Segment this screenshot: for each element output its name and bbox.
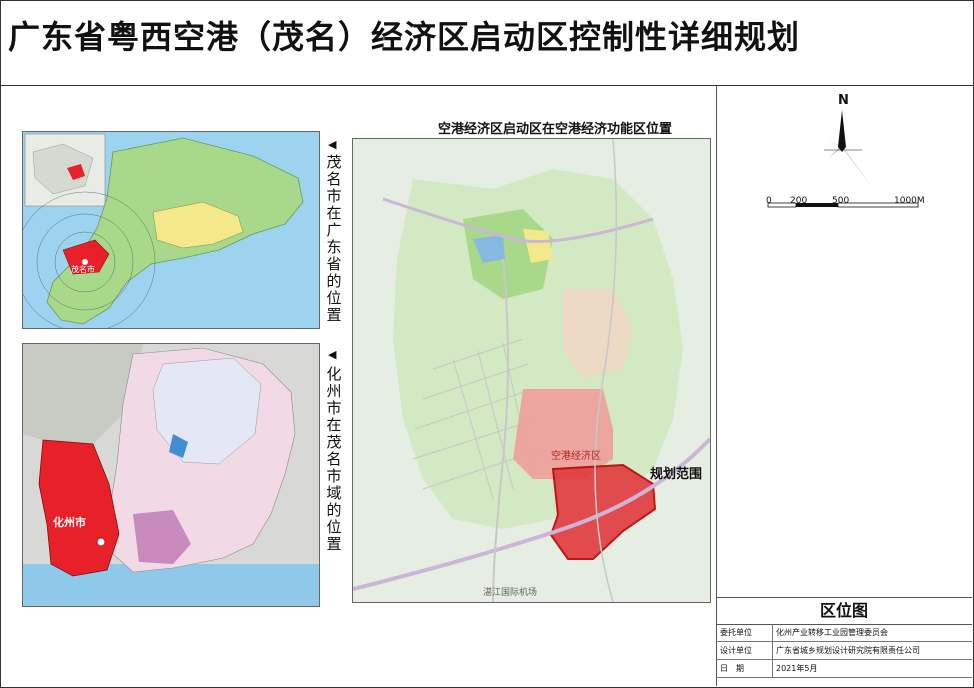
- scale-tick-500: 500: [832, 196, 850, 206]
- scale-tick-0: 0: [766, 196, 772, 206]
- info-key: 设计单位: [720, 646, 752, 655]
- maoming-map-graphic: 化州市: [23, 344, 319, 606]
- info-value: 化州产业转移工业园管理委员会: [776, 628, 888, 637]
- main-map-caption: 空港经济区启动区在空港经济功能区位置: [438, 122, 673, 137]
- inset2-label: 化州市在茂名市域的位置: [326, 365, 342, 553]
- plan-area-label: 规划范围: [650, 467, 703, 482]
- inset1-pointer-icon: ◀: [328, 138, 337, 151]
- page-title: 广东省粤西空港（茂名）经济区启动区控制性详细规划: [8, 18, 801, 56]
- airport-label: 湛江国际机场: [483, 586, 537, 598]
- scale-tick-1000m: 1000M: [894, 196, 925, 206]
- info-row-date: 日 期 2021年5月: [716, 660, 972, 678]
- inset2-pointer-icon: ◀: [328, 348, 337, 361]
- info-row-client: 委托单位 化州产业转移工业园管理委员会: [716, 624, 972, 642]
- north-arrow: N: [820, 92, 880, 196]
- maoming-label: 茂名市: [71, 264, 95, 274]
- main-map-graphic: 空港经济区 湛江国际机场: [353, 139, 710, 602]
- info-value: 2021年5月: [776, 664, 818, 673]
- huazhou-label: 化州市: [53, 515, 86, 529]
- info-row-designer: 设计单位 广东省城乡规划设计研究院有限责任公司: [716, 642, 972, 660]
- guangdong-inset-map: 茂名市: [22, 131, 320, 329]
- info-key: 委托单位: [720, 628, 752, 637]
- inset1-label: 茂名市在广东省的位置: [326, 153, 342, 324]
- legend-title: 区位图: [716, 597, 972, 625]
- guangdong-map-graphic: 茂名市: [23, 132, 319, 328]
- main-location-map: 空港经济区 湛江国际机场: [352, 138, 711, 603]
- info-value: 广东省城乡规划设计研究院有限责任公司: [776, 646, 920, 655]
- zone-label: 空港经济区: [551, 449, 601, 462]
- info-key: 日 期: [720, 664, 744, 673]
- north-label: N: [838, 93, 849, 108]
- maoming-inset-map: 化州市: [22, 343, 320, 607]
- north-arrow-icon: N: [824, 93, 872, 187]
- scale-tick-200: 200: [790, 196, 808, 206]
